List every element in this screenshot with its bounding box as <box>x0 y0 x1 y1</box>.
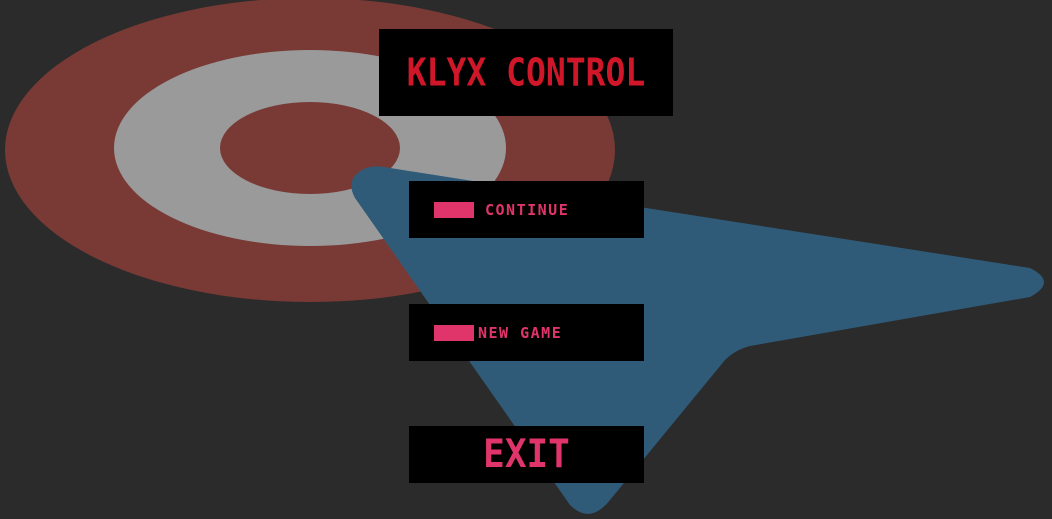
exit-button[interactable]: EXIT <box>409 426 644 483</box>
new-game-label: NEW GAME <box>478 323 563 342</box>
continue-button[interactable]: CONTINUE <box>409 181 644 238</box>
game-title: KLYX CONTROL <box>406 50 646 95</box>
new-game-button[interactable]: NEW GAME <box>409 304 644 361</box>
menu-marker-icon <box>434 324 474 341</box>
main-menu-screen: KLYX CONTROL CONTINUE NEW GAME EXIT <box>0 0 1052 519</box>
title-banner: KLYX CONTROL <box>379 29 673 116</box>
exit-label: EXIT <box>483 431 570 478</box>
menu-marker-icon <box>434 201 474 218</box>
continue-label: CONTINUE <box>485 200 570 219</box>
